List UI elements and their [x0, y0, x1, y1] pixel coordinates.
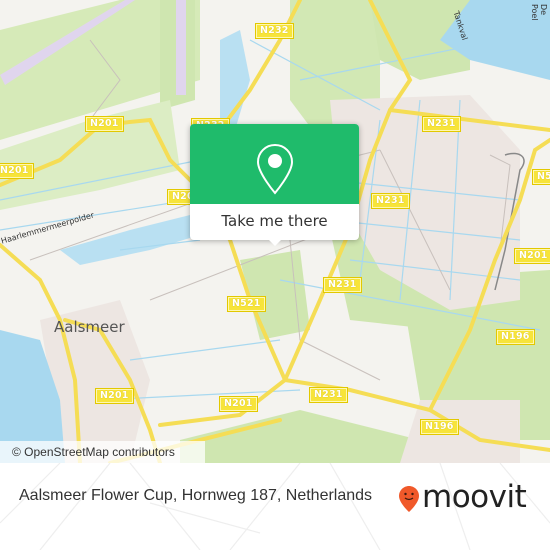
- road-label-n521: N201: [514, 248, 550, 264]
- take-me-there-button[interactable]: Take me there: [190, 204, 359, 240]
- map-view[interactable]: N232 N231 N201 N201 N232 N201 N231 N521 …: [0, 0, 550, 463]
- moovit-pin-icon: [398, 485, 420, 517]
- footer: Aalsmeer Flower Cup, Hornweg 187, Nether…: [0, 463, 550, 550]
- road-label-n232: N232: [255, 23, 294, 39]
- road-label-n201: N231: [309, 387, 348, 403]
- water-label-de-poel: De Poel: [530, 4, 548, 21]
- road-label-n201: N201: [85, 116, 124, 132]
- map-attribution[interactable]: © OpenStreetMap contributors: [0, 441, 205, 463]
- road-label-n201: N201: [0, 163, 34, 179]
- place-label-town: Aalsmeer: [54, 318, 125, 336]
- road-label-n201: N521: [227, 296, 266, 312]
- road-label-n231: N231: [371, 193, 410, 209]
- road-label-n231: N231: [422, 116, 461, 132]
- moovit-wordmark: moovit: [422, 479, 527, 515]
- road-label-n521: N196: [496, 329, 535, 345]
- road-label-n201: N196: [420, 419, 459, 435]
- road-label-n231: N231: [323, 277, 362, 293]
- address-text: Aalsmeer Flower Cup, Hornweg 187, Nether…: [19, 487, 373, 504]
- road-label-n231: N201: [219, 396, 258, 412]
- road-label-n196: N201: [95, 388, 134, 404]
- popup-pointer: [267, 238, 283, 246]
- location-popup[interactable]: Take me there: [190, 124, 359, 246]
- road-label-n521: N521: [532, 169, 550, 185]
- popup-header: [190, 124, 359, 204]
